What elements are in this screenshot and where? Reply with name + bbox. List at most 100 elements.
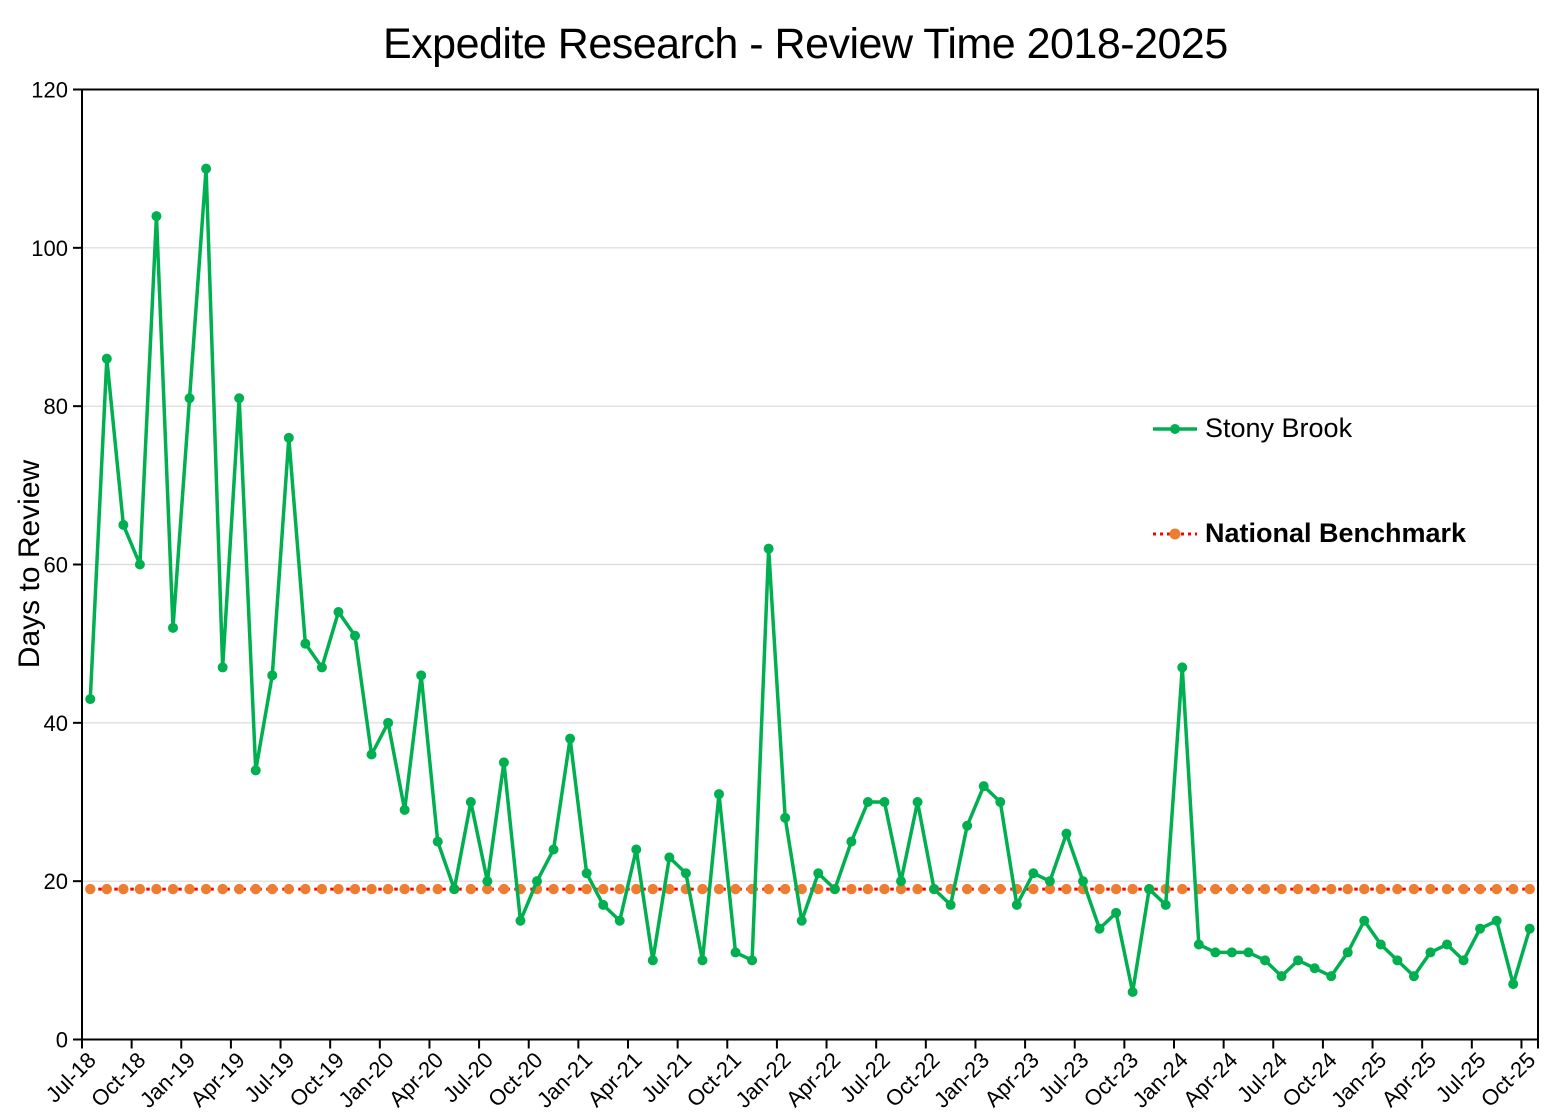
data-point-marker bbox=[218, 662, 228, 672]
data-point-marker bbox=[846, 837, 856, 847]
data-point-marker bbox=[168, 623, 178, 633]
benchmark-marker bbox=[1491, 884, 1501, 894]
data-point-marker bbox=[1326, 971, 1336, 981]
data-point-marker bbox=[979, 781, 989, 791]
data-point-marker bbox=[714, 789, 724, 799]
data-point-marker bbox=[731, 947, 741, 957]
y-tick-label: 120 bbox=[31, 78, 68, 103]
data-point-marker bbox=[747, 955, 757, 965]
data-point-marker bbox=[1161, 900, 1171, 910]
data-point-marker bbox=[1425, 947, 1435, 957]
benchmark-marker bbox=[1343, 884, 1353, 894]
benchmark-marker bbox=[1177, 884, 1187, 894]
data-point-marker bbox=[929, 884, 939, 894]
line-chart-plot: 020406080100120Jul-18Oct-18Jan-19Apr-19J… bbox=[0, 0, 1547, 1112]
data-point-marker bbox=[1310, 963, 1320, 973]
data-point-marker bbox=[515, 916, 525, 926]
data-point-marker bbox=[1227, 947, 1237, 957]
data-point-marker bbox=[830, 884, 840, 894]
benchmark-marker bbox=[1061, 884, 1071, 894]
benchmark-marker bbox=[1425, 884, 1435, 894]
y-tick-label: 20 bbox=[44, 869, 68, 894]
data-point-marker bbox=[1359, 916, 1369, 926]
benchmark-marker bbox=[879, 884, 889, 894]
benchmark-marker bbox=[135, 884, 145, 894]
stony-brook-legend-swatch bbox=[1152, 422, 1198, 436]
benchmark-marker bbox=[300, 884, 310, 894]
data-point-marker bbox=[1045, 876, 1055, 886]
data-point-marker bbox=[1409, 971, 1419, 981]
data-point-marker bbox=[201, 164, 211, 174]
data-point-marker bbox=[631, 845, 641, 855]
x-tick-label: Apr-25 bbox=[1377, 1047, 1441, 1111]
y-tick-label: 100 bbox=[31, 236, 68, 261]
benchmark-marker bbox=[333, 884, 343, 894]
data-point-marker bbox=[962, 821, 972, 831]
data-point-marker bbox=[317, 662, 327, 672]
data-point-marker bbox=[300, 639, 310, 649]
x-tick-label: Oct-25 bbox=[1476, 1047, 1540, 1111]
data-point-marker bbox=[499, 757, 509, 767]
benchmark-marker bbox=[962, 884, 972, 894]
data-point-marker bbox=[1459, 955, 1469, 965]
data-point-marker bbox=[863, 797, 873, 807]
data-point-marker bbox=[416, 670, 426, 680]
benchmark-marker bbox=[168, 884, 178, 894]
data-point-marker bbox=[1028, 868, 1038, 878]
legend: Stony Brook National Benchmark bbox=[1152, 413, 1466, 549]
data-point-marker bbox=[251, 765, 261, 775]
benchmark-marker bbox=[466, 884, 476, 894]
data-point-marker bbox=[102, 354, 112, 364]
x-tick-label: Apr-24 bbox=[1178, 1047, 1242, 1111]
benchmark-marker bbox=[284, 884, 294, 894]
data-point-marker bbox=[946, 900, 956, 910]
stony-brook-line bbox=[90, 169, 1529, 992]
data-point-marker bbox=[284, 433, 294, 443]
data-point-marker bbox=[1492, 916, 1502, 926]
benchmark-marker bbox=[565, 884, 575, 894]
benchmark-marker bbox=[1094, 884, 1104, 894]
data-point-marker bbox=[697, 955, 707, 965]
data-point-marker bbox=[813, 868, 823, 878]
benchmark-marker bbox=[118, 884, 128, 894]
data-point-marker bbox=[797, 916, 807, 926]
x-tick-label: Jan-23 bbox=[929, 1047, 994, 1112]
data-point-marker bbox=[1475, 924, 1485, 934]
chart-title: Expedite Research - Review Time 2018-202… bbox=[383, 20, 1228, 69]
data-point-marker bbox=[333, 607, 343, 617]
benchmark-marker bbox=[433, 884, 443, 894]
data-point-marker bbox=[1210, 947, 1220, 957]
benchmark-marker bbox=[995, 884, 1005, 894]
data-point-marker bbox=[1111, 908, 1121, 918]
data-point-marker bbox=[1260, 955, 1270, 965]
data-point-marker bbox=[1343, 947, 1353, 957]
data-point-marker bbox=[151, 211, 161, 221]
data-point-marker bbox=[1392, 955, 1402, 965]
x-tick-label: Apr-22 bbox=[781, 1047, 845, 1111]
data-point-marker bbox=[1078, 876, 1088, 886]
benchmark-marker bbox=[1475, 884, 1485, 894]
benchmark-marker bbox=[1442, 884, 1452, 894]
y-tick-label: 0 bbox=[56, 1028, 68, 1053]
data-point-marker bbox=[1525, 924, 1535, 934]
benchmark-marker bbox=[1508, 884, 1518, 894]
benchmark-marker bbox=[1525, 884, 1535, 894]
chart-canvas: Expedite Research - Review Time 2018-202… bbox=[0, 0, 1547, 1112]
data-point-marker bbox=[532, 876, 542, 886]
x-tick-label: Jan-24 bbox=[1128, 1047, 1193, 1112]
y-tick-label: 40 bbox=[44, 711, 68, 736]
data-point-marker bbox=[1194, 940, 1204, 950]
data-point-marker bbox=[681, 868, 691, 878]
x-tick-label: Apr-20 bbox=[384, 1047, 448, 1111]
data-point-marker bbox=[449, 884, 459, 894]
data-point-marker bbox=[350, 631, 360, 641]
benchmark-marker bbox=[1376, 884, 1386, 894]
x-tick-label: Jan-20 bbox=[333, 1047, 398, 1112]
benchmark-marker bbox=[1227, 884, 1237, 894]
data-point-marker bbox=[466, 797, 476, 807]
benchmark-marker bbox=[548, 884, 558, 894]
data-point-marker bbox=[118, 520, 128, 530]
data-point-marker bbox=[648, 955, 658, 965]
x-tick-label: Jan-25 bbox=[1326, 1047, 1391, 1112]
legend-item-stony-brook: Stony Brook bbox=[1152, 413, 1466, 444]
